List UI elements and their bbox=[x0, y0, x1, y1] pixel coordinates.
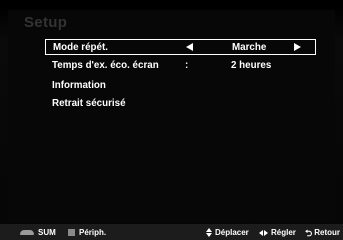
menu-item-information[interactable]: Information bbox=[45, 78, 313, 94]
menu-item-label: Mode répét. bbox=[53, 42, 108, 53]
adjust-label: Régler bbox=[271, 228, 296, 237]
return-button[interactable]: ⮌ Retour bbox=[305, 228, 340, 237]
arrow-left-icon[interactable] bbox=[186, 43, 193, 51]
arrow-right-icon[interactable] bbox=[294, 43, 301, 51]
return-icon: ⮌ bbox=[305, 227, 313, 238]
menu-item-label: Information bbox=[52, 80, 106, 91]
sum-icon bbox=[20, 230, 34, 235]
menu-item-value: 2 heures bbox=[231, 60, 272, 71]
leftright-icon bbox=[259, 229, 268, 236]
updown-icon bbox=[206, 228, 212, 237]
move-hint: Déplacer bbox=[206, 228, 249, 237]
footer-bar: SUM Périph. Déplacer Régler ⮌ Retour bbox=[0, 224, 343, 240]
periph-icon bbox=[68, 229, 75, 236]
menu-item-separator: : bbox=[185, 60, 189, 71]
sum-button[interactable]: SUM bbox=[20, 228, 56, 237]
menu-item-temps-eco-ecran[interactable]: Temps d'ex. éco. écran : 2 heures bbox=[45, 58, 313, 74]
menu-item-label: Temps d'ex. éco. écran bbox=[52, 60, 159, 71]
menu-item-value: Marche bbox=[232, 42, 267, 53]
menu-item-label: Retrait sécurisé bbox=[52, 98, 126, 109]
move-label: Déplacer bbox=[215, 228, 249, 237]
adjust-hint: Régler bbox=[259, 228, 296, 237]
menu-item-mode-repet[interactable]: Mode répét. Marche bbox=[45, 39, 316, 55]
tv-screen: Setup Mode répét. Marche Temps d'ex. éco… bbox=[0, 0, 343, 240]
menu-item-retrait-securise[interactable]: Retrait sécurisé bbox=[45, 96, 313, 112]
periph-button[interactable]: Périph. bbox=[68, 228, 106, 237]
setup-menu: Mode répét. Marche Temps d'ex. éco. écra… bbox=[0, 0, 343, 240]
return-label: Retour bbox=[314, 228, 340, 237]
sum-label: SUM bbox=[38, 228, 56, 237]
periph-label: Périph. bbox=[79, 228, 107, 237]
